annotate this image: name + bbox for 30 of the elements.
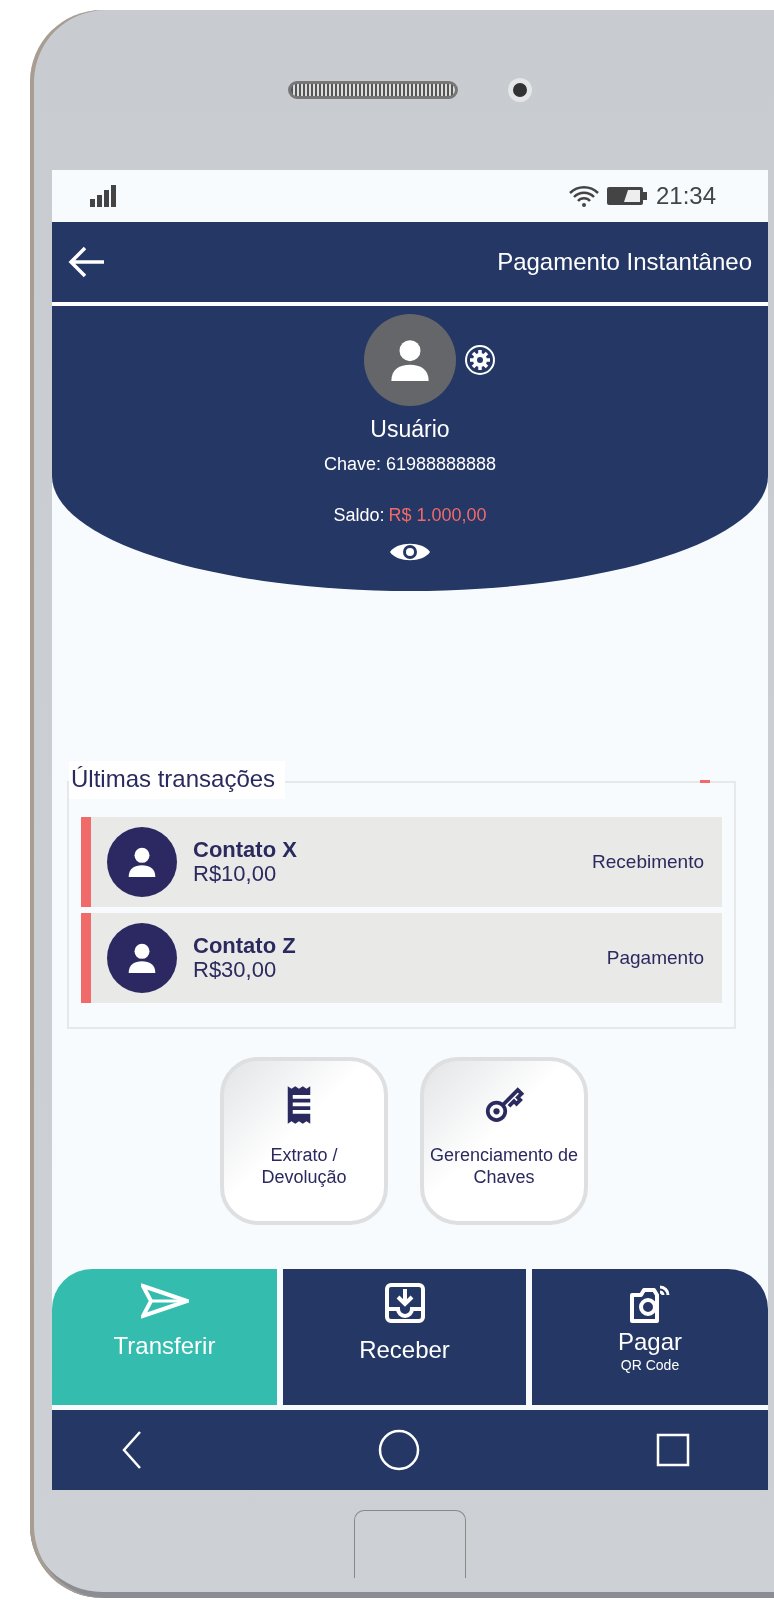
transaction-amount: R$30,00: [193, 958, 278, 983]
back-arrow-icon[interactable]: [68, 246, 106, 278]
contact-name: Contato X: [193, 837, 298, 862]
inbox-download-icon: [384, 1283, 425, 1323]
paper-plane-icon: [140, 1283, 189, 1319]
section-title: Últimas transações: [69, 761, 286, 799]
balance-value: R$ 1.000,00: [388, 503, 487, 527]
status-time: 21:34: [655, 181, 716, 211]
action-button[interactable]: Extrato / Devolução: [220, 1057, 388, 1225]
back-icon[interactable]: [122, 1430, 142, 1470]
transaction-row[interactable]: Contato X R$10,00 Recebimento: [81, 817, 722, 907]
transaction-amount: R$10,00: [193, 862, 278, 887]
transaction-row[interactable]: Contato Z R$30,00 Pagamento: [81, 913, 722, 1003]
pix-key: Chave: 61988888888: [323, 450, 497, 478]
home-icon[interactable]: [378, 1429, 420, 1471]
recent-apps-icon[interactable]: [656, 1433, 690, 1467]
transaction-type: Recebimento: [592, 849, 704, 874]
user-name: Usuário: [370, 415, 450, 444]
balance-label: Saldo:: [333, 503, 385, 527]
tab[interactable]: Pagar QR Code: [532, 1269, 768, 1405]
front-camera: [508, 78, 532, 102]
screen-title: Pagamento Instantâneo: [497, 247, 752, 277]
transaction-type: Pagamento: [606, 945, 704, 970]
action-button[interactable]: Gerenciamento de Chaves: [420, 1057, 588, 1225]
tab[interactable]: Receber: [283, 1269, 526, 1405]
wifi-icon: [567, 184, 600, 208]
battery-icon: [605, 185, 648, 207]
camera-icon: [628, 1283, 672, 1325]
contact-name: Contato Z: [193, 933, 297, 958]
settings-icon[interactable]: [464, 344, 496, 376]
